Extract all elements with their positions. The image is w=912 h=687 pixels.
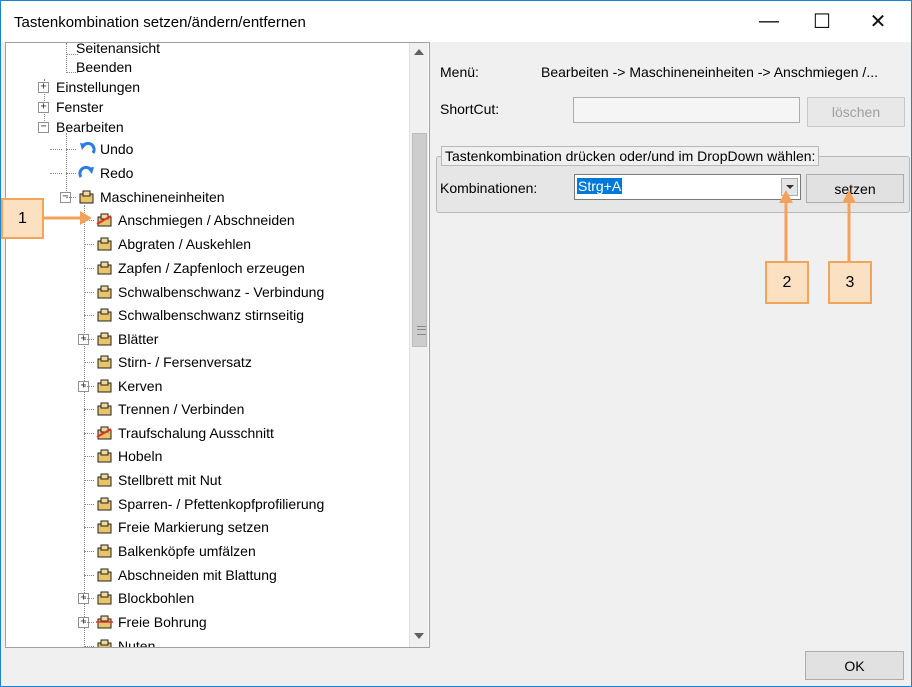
callout-3: 3 — [828, 261, 872, 304]
callout-2: 2 — [765, 261, 809, 304]
annotation-arrows — [43, 190, 856, 262]
callout-1: 1 — [1, 198, 44, 239]
